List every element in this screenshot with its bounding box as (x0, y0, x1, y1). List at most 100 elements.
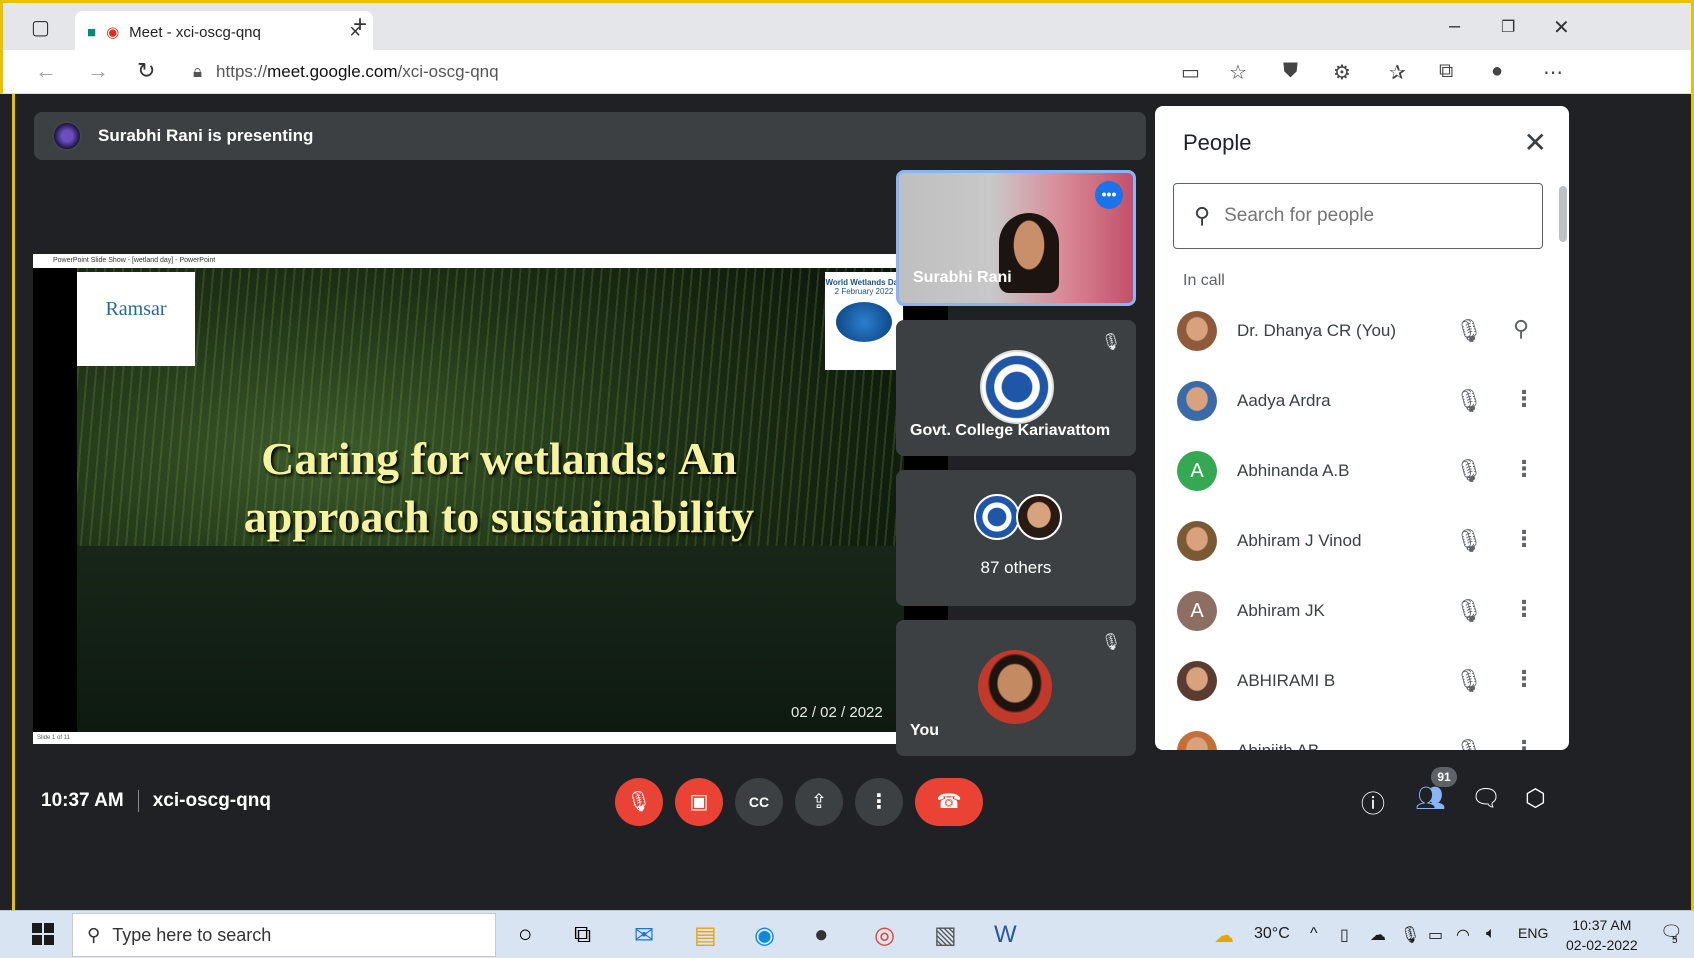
back-icon[interactable]: ← (35, 58, 57, 84)
menu-icon[interactable]: ⋯ (1543, 60, 1563, 85)
more-vert-icon[interactable]: ⋮ (1513, 456, 1535, 482)
participant-row[interactable]: ABHIRAMI B 🎙︎ ⋮ (1155, 646, 1569, 716)
slide-title: Caring for wetlands: An approach to sust… (243, 433, 755, 542)
meet-area: Surabhi Rani is presenting PowerPoint Sl… (12, 94, 1694, 910)
recording-icon: ◉ (106, 24, 120, 41)
participant-tile-you[interactable]: 🎙︎ You (896, 620, 1136, 756)
slideshow-titlebar: PowerPoint Slide Show - [wetland day] - … (33, 254, 948, 268)
language-indicator[interactable]: ENG (1518, 925, 1548, 941)
mic-off-icon: 🎙︎ (1455, 318, 1483, 343)
participant-tile-college[interactable]: 🎙︎ Govt. College Kariavattom (896, 320, 1136, 456)
forward-icon[interactable]: → (87, 58, 109, 84)
participant-row[interactable]: A Abhinanda A.B 🎙︎ ⋮ (1155, 436, 1569, 506)
participant-tile-surabhi[interactable]: ••• Surabhi Rani (896, 170, 1136, 306)
pin-icon[interactable]: ⚲ (1513, 316, 1529, 342)
edge-icon[interactable]: ◉ (754, 921, 775, 950)
mic-off-icon: 🎙︎ (1455, 598, 1483, 623)
participant-row[interactable]: Abhiram J Vinod 🎙︎ ⋮ (1155, 506, 1569, 576)
search-people[interactable]: ⚲ (1173, 183, 1543, 249)
mic-off-icon: 🎙︎ (1455, 668, 1483, 693)
college-logo (980, 350, 1054, 424)
more-vert-icon: ⋮ (869, 791, 889, 813)
participant-list: Dr. Dhanya CR (You) 🎙︎ ⚲ Aadya Ardra 🎙︎ ⋮ A Abh… (1155, 296, 1569, 750)
leave-call-button[interactable]: ☎ (915, 778, 983, 826)
battery-icon[interactable]: ▭ (1428, 925, 1443, 945)
slide-date: 02 / 02 / 2022 (791, 704, 883, 721)
others-count: 87 others (980, 558, 1052, 577)
tray-chevron-icon[interactable]: ^ (1310, 925, 1318, 943)
restore-icon[interactable]: ❐ (1501, 17, 1515, 37)
more-options-button[interactable]: ⋮ (855, 778, 903, 826)
presenting-text: Surabhi Rani is presenting (98, 126, 314, 145)
taskbar-clock[interactable]: 10:37 AM 02-02-2022 (1566, 915, 1638, 955)
meet-tray-icon[interactable]: ▯ (1340, 925, 1349, 945)
onedrive-icon[interactable]: ☁ (1370, 925, 1386, 945)
taskbar-search[interactable]: ⚲ Type here to search (72, 913, 496, 957)
more-vert-icon[interactable]: ⋮ (1513, 596, 1535, 622)
file-explorer-icon[interactable]: ▤ (694, 921, 717, 950)
presenter-avatar (52, 121, 82, 151)
reload-icon[interactable]: ↻ (137, 58, 155, 84)
captions-button[interactable]: CC (735, 778, 783, 826)
windows-start-icon[interactable] (32, 923, 54, 945)
task-view-icon[interactable]: ⧉ (574, 921, 591, 949)
mic-off-icon: 🎙︎ (1100, 634, 1122, 651)
captions-icon: CC (748, 794, 770, 810)
scrollbar[interactable] (1559, 186, 1567, 242)
address-bar: ← → ↻ 🔒︎ https://meet.google.com/xci-osc… (0, 50, 1694, 94)
browser-tab[interactable]: ■ ◉ Meet - xci-oscg-qnq × (75, 11, 373, 53)
weather-temp[interactable]: 30°C (1254, 925, 1290, 943)
more-vert-icon[interactable]: ⋮ (1513, 386, 1535, 412)
participant-row[interactable]: Abinjith AB🎙︎ ⋮ (1155, 716, 1569, 750)
more-options-icon[interactable]: ••• (1095, 181, 1123, 209)
more-vert-icon[interactable]: ⋮ (1513, 666, 1535, 692)
chrome-icon[interactable]: ◎ (874, 921, 895, 950)
mic-tray-icon[interactable]: 🎙︎ (1400, 925, 1420, 945)
cortana-icon[interactable]: ○ (518, 921, 533, 949)
recorder-icon[interactable]: ▧ (934, 921, 957, 950)
participant-name: ABHIRAMI B (1237, 671, 1336, 690)
avatar (978, 650, 1052, 724)
chat-icon[interactable]: 🗨︎ (1471, 784, 1501, 813)
search-input[interactable] (1224, 205, 1525, 227)
weather-icon[interactable]: ☁ (1214, 923, 1234, 948)
info-icon[interactable]: ⓘ (1361, 784, 1385, 819)
url-path: /xci-oscg-qnq (397, 62, 499, 81)
profile-icon[interactable]: ● (1491, 60, 1503, 83)
window-close-icon[interactable]: ✕ (1553, 15, 1570, 40)
favorite-icon[interactable]: ☆ (1229, 60, 1247, 85)
shared-screen[interactable]: PowerPoint Slide Show - [wetland day] - … (33, 254, 948, 744)
mail-icon[interactable]: ✉ (634, 921, 654, 950)
url-field[interactable]: 🔒︎ https://meet.google.com/xci-oscg-qnq (193, 56, 1253, 88)
camera-off-icon: ▣ (689, 791, 709, 813)
present-button[interactable]: ⇪ (795, 778, 843, 826)
present-icon: ⇪ (810, 791, 828, 813)
shield-icon[interactable]: ⛊ (1283, 60, 1298, 83)
volume-icon[interactable]: 🔈︎ (1486, 925, 1496, 943)
mic-off-icon: 🎙︎ (1100, 334, 1122, 351)
avatar (1177, 661, 1217, 701)
close-icon[interactable]: ✕ (1524, 126, 1547, 159)
wifi-icon[interactable]: ◠ (1456, 925, 1470, 945)
mic-off-button[interactable]: 🎙︎ (615, 778, 663, 826)
people-icon[interactable]: 👥︎ (1415, 784, 1445, 813)
participant-row[interactable]: Aadya Ardra 🎙︎ ⋮ (1155, 366, 1569, 436)
minimize-icon[interactable]: – (1449, 15, 1460, 38)
camera-indicator-icon[interactable]: ▭ (1181, 60, 1200, 85)
more-vert-icon[interactable]: ⋮ (1513, 526, 1535, 552)
participant-row[interactable]: Dr. Dhanya CR (You) 🎙︎ ⚲ (1155, 296, 1569, 366)
participant-tile-others[interactable]: 87 others (896, 470, 1136, 606)
word-icon[interactable]: W (994, 921, 1017, 949)
activities-icon[interactable]: ⬡ (1525, 784, 1546, 813)
extensions-icon[interactable]: ⚙ (1333, 60, 1351, 85)
participant-row[interactable]: A Abhiram JK 🎙︎ ⋮ (1155, 576, 1569, 646)
collections-icon[interactable]: ⧉ (1439, 60, 1453, 83)
participant-name: Abhiram J Vinod (1237, 531, 1362, 550)
camera-off-button[interactable]: ▣ (675, 778, 723, 826)
new-tab-icon[interactable]: + (353, 11, 367, 39)
favorites-list-icon[interactable]: ✰ (1389, 60, 1406, 85)
more-vert-icon[interactable]: ⋮ (1513, 736, 1535, 750)
participant-name: Abhiram JK (1237, 601, 1325, 620)
tab-actions-icon[interactable]: ▢ (31, 15, 50, 40)
obs-icon[interactable]: ● (814, 921, 829, 949)
